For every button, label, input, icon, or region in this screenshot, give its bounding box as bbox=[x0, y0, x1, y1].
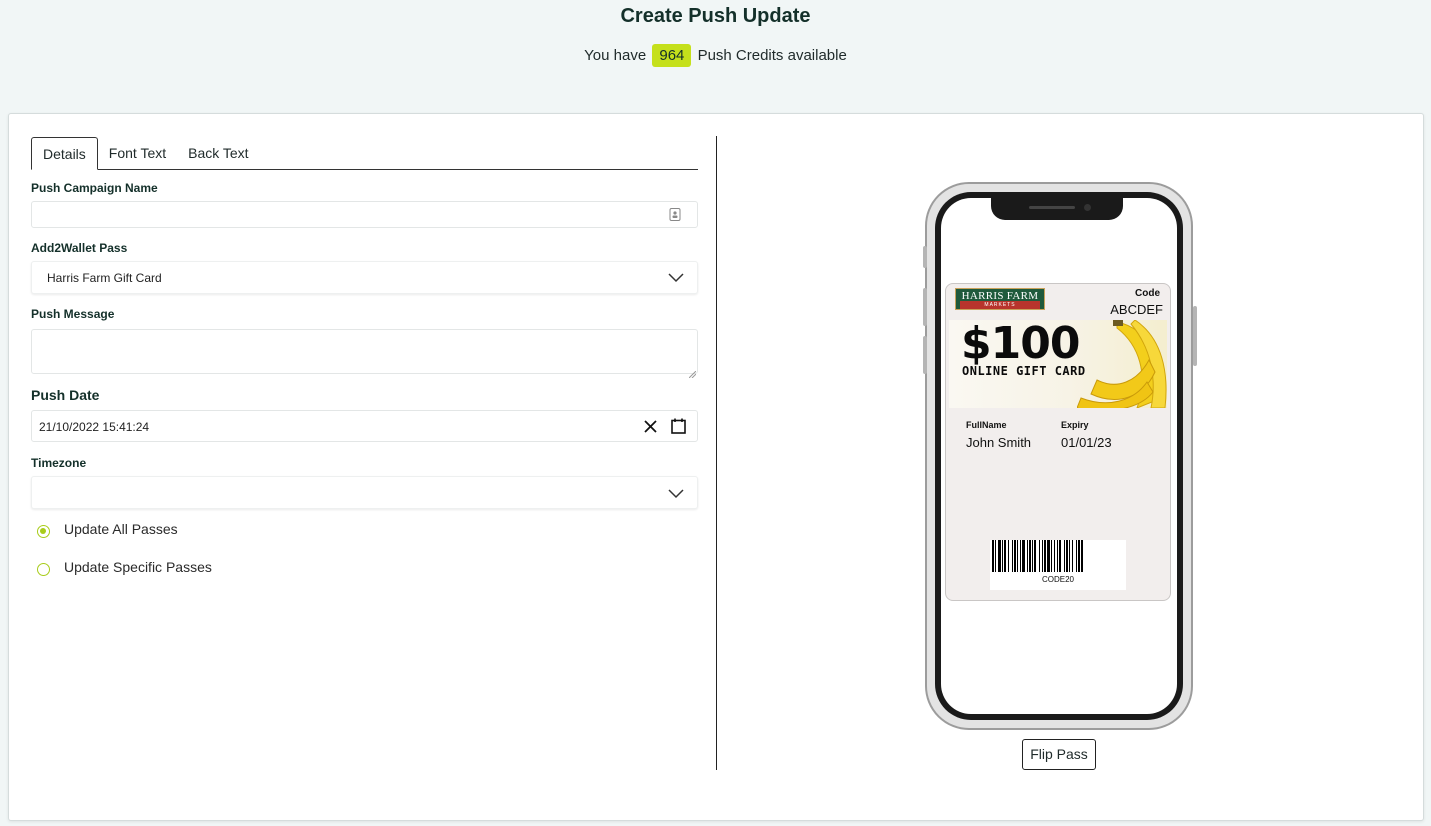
resize-handle-icon[interactable] bbox=[688, 365, 697, 383]
vertical-divider bbox=[716, 136, 717, 770]
barcode-bar bbox=[1017, 540, 1018, 572]
expiry-label: Expiry bbox=[1061, 420, 1089, 430]
contact-card-icon bbox=[669, 208, 681, 226]
barcode-bar bbox=[1078, 540, 1080, 572]
barcode-bar bbox=[1004, 540, 1006, 572]
barcode: CODE20 bbox=[990, 540, 1126, 590]
phone-screen: HARRIS FARM MARKETS Code ABCDEF $100 ONL… bbox=[941, 198, 1177, 714]
tab-font-text[interactable]: Font Text bbox=[98, 137, 177, 170]
wallet-pass-select[interactable]: Harris Farm Gift Card bbox=[31, 261, 698, 294]
pass-code-label: Code bbox=[1135, 288, 1160, 299]
barcode-image bbox=[992, 540, 1083, 572]
campaign-name-input[interactable] bbox=[31, 201, 698, 228]
chevron-down-icon bbox=[668, 272, 684, 286]
push-date-input[interactable]: 21/10/2022 15:41:24 bbox=[31, 410, 698, 442]
pass-code-value: ABCDEF bbox=[1110, 302, 1163, 317]
push-update-card: Details Font Text Back Text Push Campaig… bbox=[8, 113, 1424, 821]
clear-icon[interactable] bbox=[644, 420, 657, 436]
barcode-bar bbox=[1044, 540, 1046, 572]
timezone-select[interactable] bbox=[31, 476, 698, 509]
barcode-bar bbox=[1066, 540, 1068, 572]
barcode-bar bbox=[1064, 540, 1065, 572]
phone-preview: HARRIS FARM MARKETS Code ABCDEF $100 ONL… bbox=[923, 182, 1197, 730]
fullname-label: FullName bbox=[966, 420, 1007, 430]
phone-side-button bbox=[923, 246, 927, 268]
barcode-bar bbox=[1027, 540, 1028, 572]
campaign-name-label: Push Campaign Name bbox=[31, 181, 158, 195]
barcode-bar bbox=[1081, 540, 1083, 572]
push-message-label: Push Message bbox=[31, 307, 115, 321]
barcode-bar bbox=[1034, 540, 1036, 572]
barcode-bar bbox=[995, 540, 996, 572]
barcode-bar bbox=[1076, 540, 1077, 572]
radio-update-all[interactable]: Update All Passes bbox=[37, 521, 178, 538]
phone-side-button bbox=[923, 288, 927, 326]
radio-update-specific-label: Update Specific Passes bbox=[64, 559, 212, 575]
gift-card-amount: $100 bbox=[961, 320, 1080, 369]
barcode-bar bbox=[1057, 540, 1058, 572]
tab-back-text[interactable]: Back Text bbox=[177, 137, 259, 170]
radio-button[interactable] bbox=[37, 524, 50, 538]
tab-details[interactable]: Details bbox=[31, 137, 98, 170]
credits-line: You have 964 Push Credits available bbox=[0, 44, 1431, 67]
phone-side-button bbox=[1193, 306, 1197, 366]
pass-strip-image: $100 ONLINE GIFT CARD bbox=[949, 320, 1167, 408]
barcode-bar bbox=[998, 540, 1001, 572]
chevron-down-icon bbox=[668, 488, 684, 502]
phone-bezel: HARRIS FARM MARKETS Code ABCDEF $100 ONL… bbox=[935, 192, 1183, 720]
wallet-pass-value: Harris Farm Gift Card bbox=[47, 271, 162, 285]
barcode-text: CODE20 bbox=[1041, 575, 1074, 584]
banana-image bbox=[1077, 320, 1167, 408]
barcode-bar bbox=[1029, 540, 1031, 572]
flip-pass-button[interactable]: Flip Pass bbox=[1022, 739, 1096, 770]
barcode-bar bbox=[1072, 540, 1073, 572]
push-message-textarea[interactable] bbox=[31, 329, 698, 374]
push-form: Details Font Text Back Text Push Campaig… bbox=[31, 137, 698, 576]
timezone-label: Timezone bbox=[31, 456, 87, 470]
push-date-value: 21/10/2022 15:41:24 bbox=[39, 420, 150, 434]
barcode-bar bbox=[992, 540, 994, 572]
barcode-bar bbox=[1039, 540, 1040, 572]
wallet-pass-label: Add2Wallet Pass bbox=[31, 241, 128, 255]
credits-suffix: Push Credits available bbox=[697, 47, 847, 64]
barcode-bar bbox=[1069, 540, 1070, 572]
barcode-bar bbox=[1022, 540, 1025, 572]
page-title: Create Push Update bbox=[620, 5, 811, 27]
expiry-value: 01/01/23 bbox=[1061, 435, 1112, 450]
barcode-bar bbox=[1012, 540, 1013, 572]
barcode-bar bbox=[1042, 540, 1043, 572]
radio-update-all-label: Update All Passes bbox=[64, 521, 178, 537]
credits-prefix: You have bbox=[584, 47, 647, 64]
credits-count-badge: 964 bbox=[652, 44, 692, 67]
phone-notch bbox=[991, 198, 1123, 220]
barcode-bar bbox=[1051, 540, 1052, 572]
tab-bar: Details Font Text Back Text bbox=[31, 137, 698, 170]
barcode-bar bbox=[1054, 540, 1055, 572]
logo-ribbon: MARKETS bbox=[960, 301, 1040, 309]
camera-icon bbox=[1084, 204, 1091, 211]
push-date-label: Push Date bbox=[31, 387, 100, 403]
barcode-bar bbox=[1020, 540, 1021, 572]
radio-update-specific[interactable]: Update Specific Passes bbox=[37, 559, 212, 576]
calendar-icon[interactable] bbox=[671, 418, 686, 437]
barcode-bar bbox=[1047, 540, 1050, 572]
barcode-bar bbox=[1008, 540, 1009, 572]
barcode-bar bbox=[1014, 540, 1016, 572]
wallet-pass-preview: HARRIS FARM MARKETS Code ABCDEF $100 ONL… bbox=[945, 283, 1171, 601]
radio-button[interactable] bbox=[37, 562, 50, 576]
speaker-icon bbox=[1029, 206, 1075, 209]
fullname-value: John Smith bbox=[966, 435, 1032, 450]
gift-card-subtitle: ONLINE GIFT CARD bbox=[962, 364, 1086, 378]
barcode-bar bbox=[1059, 540, 1061, 572]
barcode-bar bbox=[1002, 540, 1003, 572]
barcode-bar bbox=[1032, 540, 1033, 572]
phone-side-button bbox=[923, 336, 927, 374]
